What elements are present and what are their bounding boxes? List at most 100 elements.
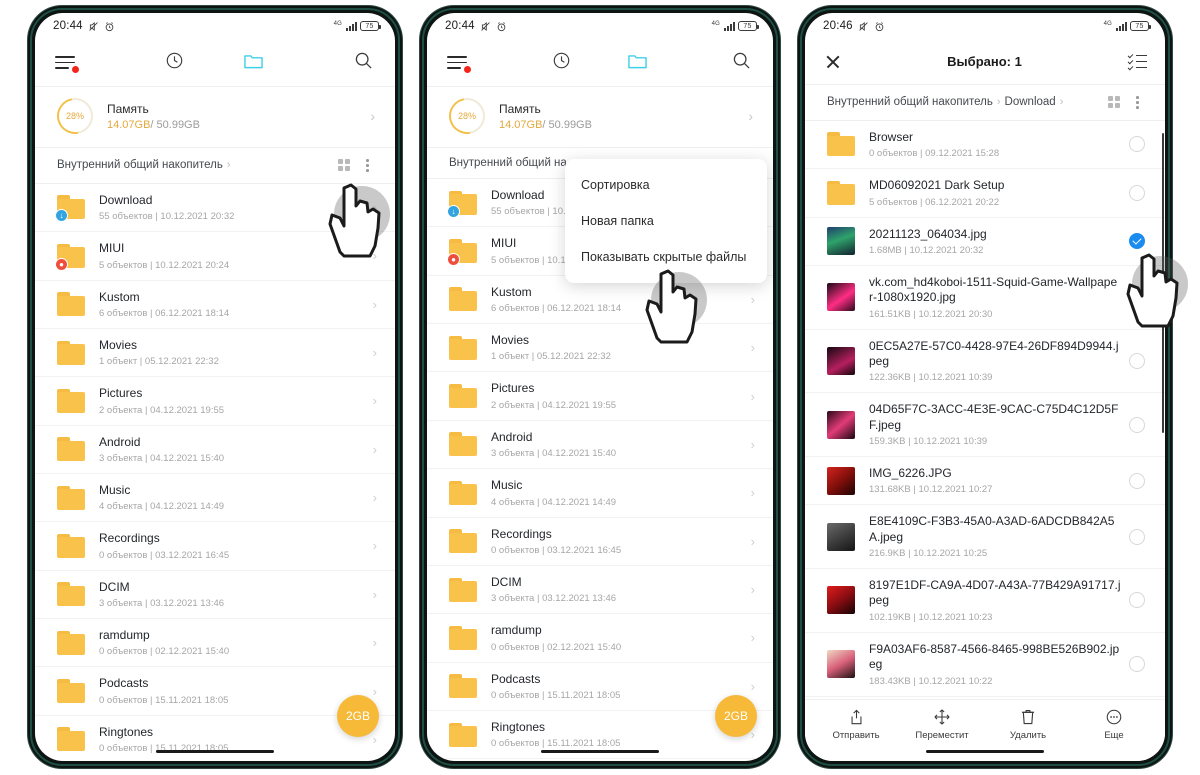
grid-view-icon[interactable] [338, 159, 351, 172]
item-subtitle: 6 объектов | 06.12.2021 18:14 [491, 303, 622, 315]
cleanup-fab[interactable]: 2GB [715, 695, 757, 737]
folder-tab[interactable] [214, 51, 294, 75]
folder-row[interactable]: ↓ Download 55 объектов | 10.12.2021 20:32 › [35, 184, 395, 233]
storage-summary-2[interactable]: 28% Память 14.07GB/ 50.99GB › [427, 87, 773, 148]
storage-summary[interactable]: 28% Память 14.07GB/ 50.99GB › [35, 87, 395, 148]
network-label-3: 4G [1103, 21, 1112, 27]
menu-button[interactable] [55, 56, 135, 74]
checkbox-unchecked[interactable] [1129, 184, 1145, 201]
breadcrumb-path[interactable]: Внутренний общий накопитель › [57, 159, 328, 171]
action-delete[interactable]: Удалить [1000, 708, 1056, 741]
chevron-right-icon: › [372, 490, 377, 506]
file-row[interactable]: F9A03AF6-8587-4566-8465-998BE526B902.jpe… [805, 633, 1165, 697]
close-icon[interactable] [825, 54, 841, 70]
folder-row[interactable]: ● MIUI 5 объектов | 10.12.2021 20:24 › [35, 232, 395, 281]
file-row[interactable]: IMG_6226.JPG 131.68KB | 10.12.2021 10:27 [805, 457, 1165, 506]
folder-row[interactable]: Pictures 2 объекта | 04.12.2021 19:55 › [35, 377, 395, 426]
file-row[interactable]: MD06092021 Dark Setup 5 объектов | 06.12.… [805, 169, 1165, 218]
file-row[interactable]: 8197E1DF-CA9A-4D07-A43A-77B429A91717.jpe… [805, 569, 1165, 633]
action-more[interactable]: Еще [1086, 708, 1142, 741]
overflow-menu-button[interactable] [1130, 94, 1145, 111]
checkbox-unchecked[interactable] [1129, 352, 1145, 369]
grid-view-icon[interactable] [1108, 96, 1121, 109]
item-name: Android [99, 434, 141, 449]
breadcrumb-segment-root[interactable]: Внутренний общий накопитель [827, 96, 993, 108]
chevron-right-icon: › [372, 538, 377, 554]
item-meta: Podcasts 0 объектов | 15.11.2021 18:05 [99, 676, 373, 705]
file-row[interactable]: Browser 0 объектов | 09.12.2021 15:28 [805, 121, 1165, 170]
folder-row[interactable]: DCIM 3 объекта | 03.12.2021 13:46 › [427, 566, 773, 615]
folder-row[interactable]: Movies 1 объект | 05.12.2021 22:32 › [427, 324, 773, 373]
checkbox-unchecked[interactable] [1129, 528, 1145, 545]
phone-1: 20:44 4G 75 28% Память 14.07GB/ 50.99GB … [28, 6, 402, 768]
phone-3-screen: 20:46 4G 75 Выбрано: 1 Внутренний общий … [805, 13, 1165, 761]
file-row[interactable]: vk.com_hd4koboi-1511-Squid-Game-Wallpape… [805, 266, 1165, 330]
file-thumbnail [827, 522, 855, 551]
folder-row[interactable]: Recordings 0 объектов | 03.12.2021 16:45 › [427, 518, 773, 566]
breadcrumb-segment-download[interactable]: Download [1005, 96, 1056, 108]
search-button[interactable] [294, 51, 374, 75]
select-all-icon[interactable] [1127, 52, 1147, 71]
folder-row[interactable]: DCIM 3 объекта | 03.12.2021 13:46 › [35, 571, 395, 620]
menu-item-new-folder[interactable]: Новая папка [565, 203, 767, 239]
item-meta: F9A03AF6-8587-4566-8465-998BE526B902.jpe… [869, 642, 1129, 687]
item-meta: DCIM 3 объекта | 03.12.2021 13:46 [99, 580, 373, 609]
checkbox-unchecked[interactable] [1129, 656, 1145, 673]
recent-tab[interactable] [523, 51, 599, 75]
file-row[interactable]: E8E4109C-F3B3-45A0-A3AD-6ADCDB842A5A.jpe… [805, 505, 1165, 570]
folder-row[interactable]: Recordings 0 объектов | 03.12.2021 16:45 › [35, 522, 395, 571]
file-row[interactable]: 0EC5A27E-57C0-4428-97E4-26DF894D9944.jpe… [805, 330, 1165, 394]
recent-tab[interactable] [135, 51, 215, 75]
item-name: Podcasts [99, 676, 149, 691]
search-button[interactable] [675, 51, 751, 75]
folder-icon [827, 132, 855, 157]
breadcrumb-segment[interactable]: Внутренний общий на [449, 157, 567, 169]
search-icon [732, 51, 751, 75]
folder-row[interactable]: Android 3 объекта | 04.12.2021 15:40 › [427, 421, 773, 470]
item-meta: MIUI 5 объектов | 10.12.2021 20:24 [99, 241, 373, 270]
item-meta: Music 4 объекта | 04.12.2021 14:49 [491, 478, 751, 507]
item-name: Podcasts [491, 671, 541, 686]
checkbox-unchecked[interactable] [1129, 289, 1145, 306]
file-row[interactable]: 20211123_064034.jpg 1.68MB | 10.12.2021 2… [805, 218, 1165, 266]
checkbox-unchecked[interactable] [1129, 472, 1145, 489]
menu-item-sort[interactable]: Сортировка [565, 167, 767, 203]
checkbox-unchecked[interactable] [1129, 416, 1145, 433]
item-subtitle: 0 объектов | 15.11.2021 18:05 [99, 694, 229, 706]
file-thumbnail [827, 410, 855, 439]
overflow-menu-button[interactable] [360, 157, 375, 174]
menu-button[interactable] [447, 56, 523, 74]
alarm-icon [104, 21, 115, 32]
action-share[interactable]: Отправить [828, 708, 884, 741]
selection-count: Выбрано: 1 [947, 54, 1022, 69]
file-row[interactable]: 04D65F7C-3ACC-4E3E-9CAC-C75D4C12D5FF.jpe… [805, 393, 1165, 458]
checkbox-unchecked[interactable] [1129, 136, 1145, 153]
item-name: DCIM [491, 574, 522, 589]
menu-item-show-hidden[interactable]: Показывать скрытые файлы [565, 239, 767, 275]
recent-icon [165, 51, 184, 75]
folder-row[interactable]: Music 4 объекта | 04.12.2021 14:49 › [427, 469, 773, 518]
scrollbar[interactable] [1161, 133, 1164, 433]
signal-icon [724, 21, 735, 31]
storage-used: 14.07GB [107, 118, 151, 131]
folder-tab[interactable] [599, 51, 675, 75]
action-move[interactable]: Переместит [914, 708, 970, 741]
alarm-icon [874, 21, 885, 32]
checkbox-checked[interactable] [1129, 233, 1145, 250]
item-name: Pictures [99, 386, 143, 401]
folder-row[interactable]: Music 4 объекта | 04.12.2021 14:49 › [35, 474, 395, 523]
folder-row[interactable]: Kustom 6 объектов | 06.12.2021 18:14 › [35, 281, 395, 329]
breadcrumb-path[interactable]: Внутренний общий накопитель › Download › [827, 96, 1098, 108]
cleanup-fab[interactable]: 2GB [337, 695, 379, 737]
folder-row[interactable]: Movies 1 объект | 05.12.2021 22:32 › [35, 329, 395, 378]
file-thumbnail [827, 346, 855, 375]
folder-row[interactable]: Android 3 объекта | 04.12.2021 15:40 › [35, 426, 395, 474]
item-subtitle: 6 объектов | 06.12.2021 18:14 [99, 307, 230, 319]
folder-row[interactable]: ramdump 0 объектов | 02.12.2021 15:40 › [427, 614, 773, 663]
folder-row[interactable]: Pictures 2 объекта | 04.12.2021 19:55 › [427, 372, 773, 421]
checkbox-unchecked[interactable] [1129, 592, 1145, 609]
download-badge-icon: ↓ [55, 209, 68, 223]
folder-row[interactable]: ramdump 0 объектов | 02.12.2021 15:40 › [35, 619, 395, 668]
breadcrumb-segment[interactable]: Внутренний общий накопитель [57, 159, 223, 171]
context-menu[interactable]: Сортировка Новая папка Показывать скрыты… [565, 159, 767, 283]
